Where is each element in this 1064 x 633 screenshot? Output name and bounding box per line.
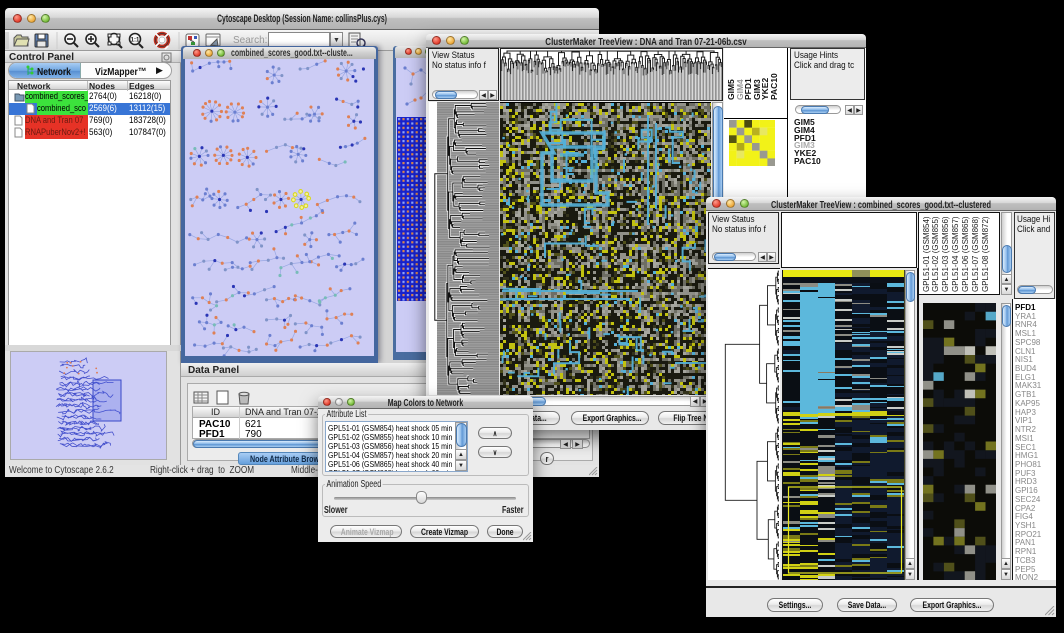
svg-text:1:1: 1:1 (131, 38, 140, 44)
